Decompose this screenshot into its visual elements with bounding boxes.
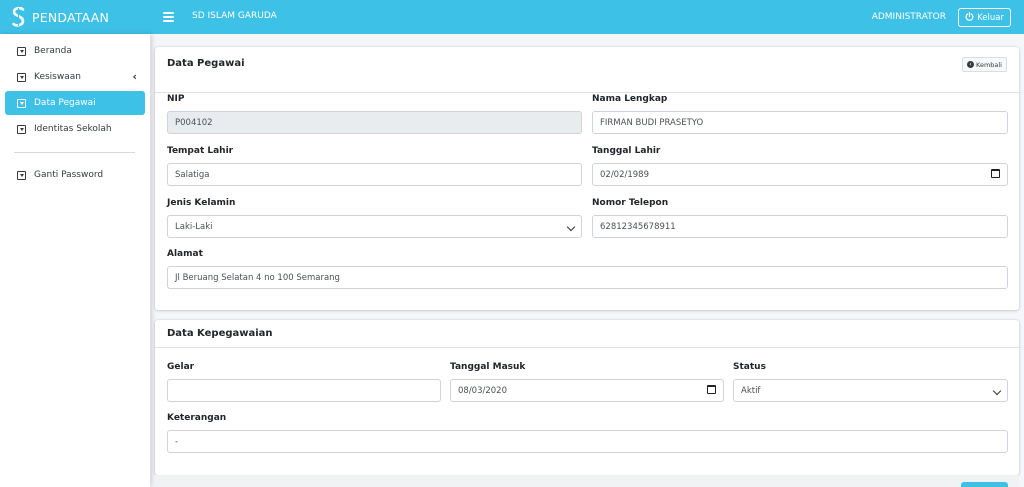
chevron-down-icon — [566, 222, 576, 232]
tanggal-masuk-field[interactable]: 08/03/2020 — [450, 379, 724, 402]
caret-square-icon — [17, 46, 26, 56]
nip-label: NIP — [167, 94, 185, 104]
jenis-kelamin-value: Laki-Laki — [175, 221, 213, 232]
jenis-kelamin-select[interactable]: Laki-Laki — [167, 215, 582, 238]
nama-field[interactable]: FIRMAN BUDI PRASETYO — [592, 111, 1008, 134]
card-footer — [155, 475, 1019, 487]
sidebar-item-beranda[interactable]: Beranda — [5, 39, 145, 63]
card-title: Data Kepegawaian — [167, 328, 273, 339]
top-navbar: PENDATAAN SD ISLAM GARUDA ADMINISTRATOR … — [0, 0, 1024, 34]
sidebar-item-label: Beranda — [34, 46, 72, 56]
tanggal-lahir-field[interactable]: 02/02/1989 — [592, 163, 1008, 186]
alamat-field[interactable]: Jl Beruang Selatan 4 no 100 Semarang — [167, 266, 1008, 289]
logout-label: Keluar — [977, 12, 1004, 23]
jenis-kelamin-label: Jenis Kelamin — [167, 198, 236, 208]
nip-field[interactable]: P004102 — [167, 111, 582, 134]
status-value: Aktif — [741, 385, 761, 396]
chevron-down-icon — [992, 386, 1002, 396]
alamat-label: Alamat — [167, 249, 203, 259]
keterangan-field[interactable]: - — [167, 430, 1008, 453]
brand[interactable]: PENDATAAN — [0, 0, 150, 34]
nomor-telepon-label: Nomor Telepon — [592, 198, 669, 208]
calendar-icon[interactable] — [707, 385, 716, 394]
caret-square-icon — [17, 124, 26, 134]
caret-square-icon — [17, 98, 26, 108]
caret-square-icon — [17, 170, 26, 180]
card-header: Data Pegawai ‹ Kembali — [155, 47, 1019, 93]
tempat-lahir-value: Salatiga — [175, 169, 210, 180]
sidebar-item-label: Data Pegawai — [34, 98, 96, 108]
keterangan-label: Keterangan — [167, 413, 227, 423]
save-button[interactable] — [961, 482, 1008, 487]
sidebar-item-data-pegawai[interactable]: Data Pegawai — [5, 91, 145, 115]
status-select[interactable]: Aktif — [733, 379, 1008, 402]
sidebar-item-identitas-sekolah[interactable]: Identitas Sekolah — [5, 117, 145, 141]
status-label: Status — [733, 362, 766, 372]
tempat-lahir-field[interactable]: Salatiga — [167, 163, 582, 186]
card-header: Data Kepegawaian — [155, 320, 1019, 348]
nama-label: Nama Lengkap — [592, 94, 668, 104]
sidebar: Beranda Kesiswaan ‹ Data Pegawai Identit… — [0, 34, 150, 487]
tanggal-lahir-value: 02/02/1989 — [600, 169, 649, 180]
user-name[interactable]: ADMINISTRATOR — [872, 12, 946, 22]
back-label: Kembali — [976, 60, 1002, 69]
sidebar-item-kesiswaan[interactable]: Kesiswaan ‹ — [5, 65, 145, 89]
brand-name: PENDATAAN — [32, 9, 110, 25]
sidebar-divider — [14, 152, 135, 153]
gelar-label: Gelar — [167, 362, 195, 372]
nip-value: P004102 — [175, 117, 213, 128]
calendar-icon[interactable] — [991, 169, 1000, 178]
sidebar-item-label: Identitas Sekolah — [34, 124, 112, 134]
alamat-value: Jl Beruang Selatan 4 no 100 Semarang — [175, 272, 340, 283]
tanggal-masuk-label: Tanggal Masuk — [450, 362, 526, 372]
nomor-telepon-value: 62812345678911 — [600, 221, 676, 232]
tanggal-lahir-label: Tanggal Lahir — [592, 146, 661, 156]
tempat-lahir-label: Tempat Lahir — [167, 146, 234, 156]
chevron-left-icon: ‹ — [132, 70, 137, 83]
s-logo-icon — [10, 6, 27, 28]
arrow-left-circle-icon: ‹ — [967, 61, 974, 68]
gelar-field[interactable] — [167, 379, 441, 402]
back-button[interactable]: ‹ Kembali — [962, 57, 1007, 72]
school-name: SD ISLAM GARUDA — [192, 11, 277, 21]
sidebar-item-label: Ganti Password — [34, 170, 104, 180]
nomor-telepon-field[interactable]: 62812345678911 — [592, 215, 1008, 238]
hamburger-menu-icon[interactable] — [163, 10, 174, 24]
power-icon — [965, 11, 974, 24]
sidebar-item-ganti-password[interactable]: Ganti Password — [5, 163, 145, 187]
tanggal-masuk-value: 08/03/2020 — [458, 385, 507, 396]
logout-button[interactable]: Keluar — [958, 8, 1011, 27]
caret-square-icon — [17, 72, 26, 82]
keterangan-value: - — [175, 436, 179, 447]
nama-value: FIRMAN BUDI PRASETYO — [600, 117, 704, 128]
sidebar-item-label: Kesiswaan — [34, 72, 81, 82]
card-title: Data Pegawai — [167, 58, 245, 69]
